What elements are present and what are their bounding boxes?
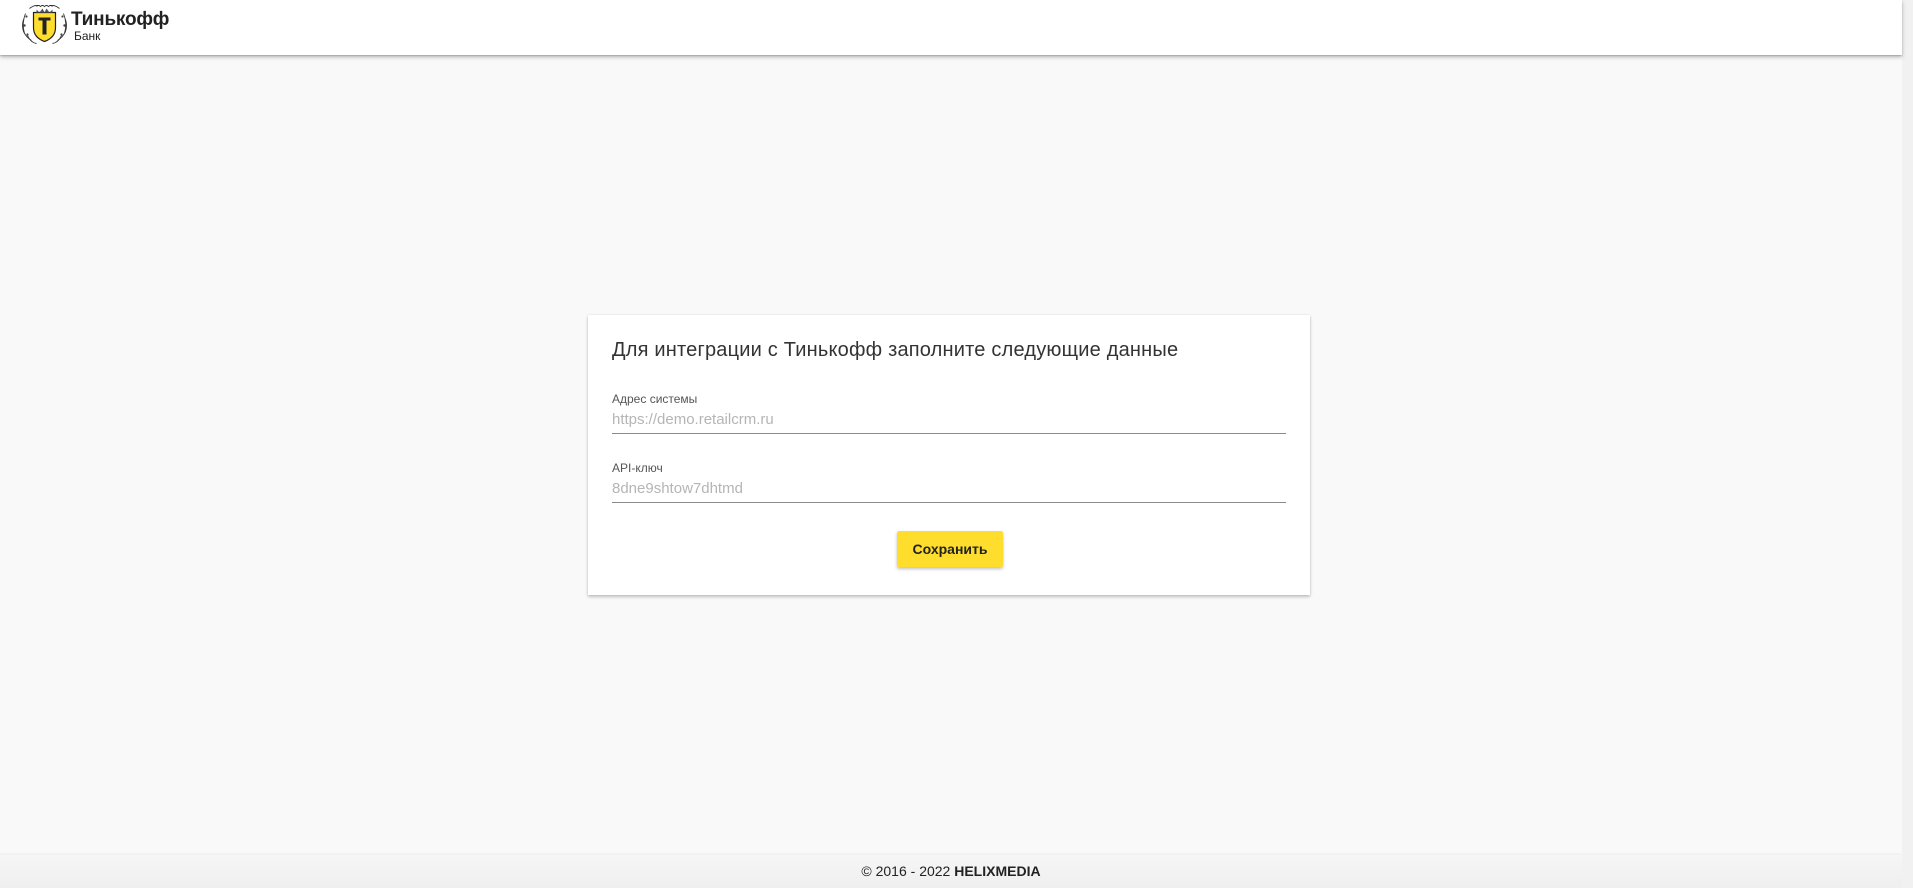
save-button[interactable]: Сохранить <box>896 531 1004 567</box>
tinkoff-emblem-icon <box>22 5 67 44</box>
page-scrollbar[interactable] <box>1902 0 1913 888</box>
tinkoff-logo-link[interactable]: Тинькофф Банк <box>21 5 169 46</box>
logo-subtitle: Банк <box>74 28 101 43</box>
form-actions: Сохранить <box>612 531 1286 567</box>
footer-copyright: © 2016 - 2022 <box>861 863 955 879</box>
form-title: Для интеграции с Тинькофф заполните след… <box>612 339 1179 361</box>
system-address-input[interactable] <box>612 406 1286 434</box>
footer: © 2016 - 2022 HELIXMEDIA <box>0 855 1902 888</box>
footer-brand: HELIXMEDIA <box>954 863 1041 879</box>
logo-text: Тинькофф Банк <box>71 10 169 42</box>
integration-form-card: Для интеграции с Тинькофф заполните след… <box>588 315 1310 595</box>
api-key-field: API-ключ <box>612 461 1286 503</box>
viewport: Тинькофф Банк Для интеграции с Тинькофф … <box>0 0 1913 888</box>
top-bar: Тинькофф Банк <box>0 0 1902 55</box>
api-key-input[interactable] <box>612 475 1286 503</box>
page: Тинькофф Банк Для интеграции с Тинькофф … <box>0 0 1902 888</box>
system-address-label: Адрес системы <box>612 392 698 406</box>
system-address-field: Адрес системы <box>612 392 1286 434</box>
logo-name: Тинькофф <box>71 8 170 30</box>
api-key-label: API-ключ <box>612 461 663 475</box>
